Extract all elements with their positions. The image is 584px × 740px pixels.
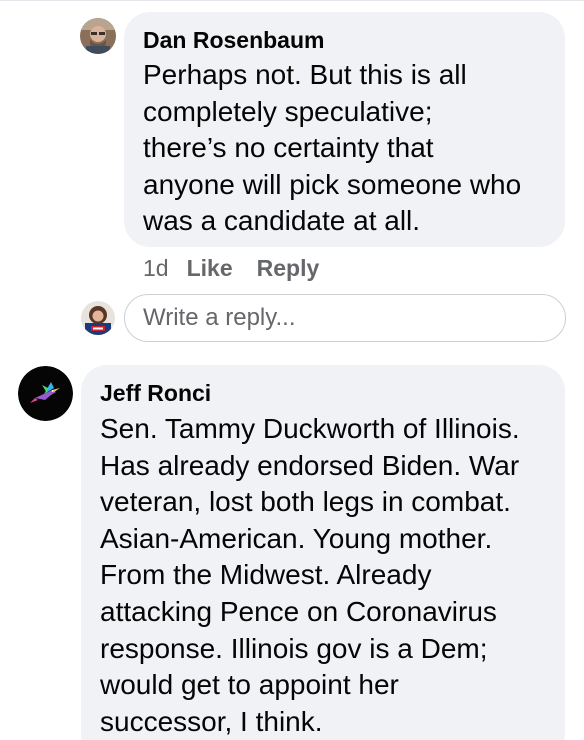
comment-line: Sen. Tammy Duckworth of Illinois. (100, 413, 520, 444)
comment-line: successor, I think. (100, 705, 323, 737)
comment-actions: 1d Like Reply (143, 252, 343, 284)
divider (0, 0, 584, 1)
like-button[interactable]: Like (187, 255, 233, 282)
comment-line: anyone will pick someone who (143, 168, 522, 200)
comment-text: Perhaps not. But this is all completely … (143, 57, 521, 240)
comment-line: response. Illinois gov is a Dem; (100, 632, 488, 664)
comment-line: veteran, lost both legs in combat. (100, 486, 511, 518)
comment-line: attacking Pence on Coronavirus (100, 595, 497, 627)
avatar-jeff-ronci[interactable] (18, 366, 73, 421)
avatar-current-user (81, 301, 115, 335)
comment-timestamp[interactable]: 1d (143, 255, 169, 282)
comment-line: completely speculative; (143, 95, 433, 127)
comment-text: Sen. Tammy Duckworth of Illinois. Has al… (100, 411, 520, 740)
comment-author[interactable]: Dan Rosenbaum (143, 27, 324, 54)
comment-line: would get to appoint her (100, 669, 399, 701)
comment-author[interactable]: Jeff Ronci (100, 380, 211, 407)
reply-input-container[interactable] (124, 294, 566, 342)
comment-line: Asian-American. Young mother. (100, 522, 493, 554)
reply-button[interactable]: Reply (257, 255, 320, 282)
avatar-dan-rosenbaum[interactable] (80, 18, 116, 54)
comment-line: there’s no certainty that (143, 132, 434, 164)
reply-input[interactable] (125, 304, 565, 332)
comment-line: Has already endorsed Biden. War (100, 449, 520, 481)
comment-line: From the Midwest. Already (100, 559, 432, 591)
comment-line: Perhaps not. But this is all (143, 59, 467, 90)
comment-line: was a candidate at all. (143, 205, 421, 237)
